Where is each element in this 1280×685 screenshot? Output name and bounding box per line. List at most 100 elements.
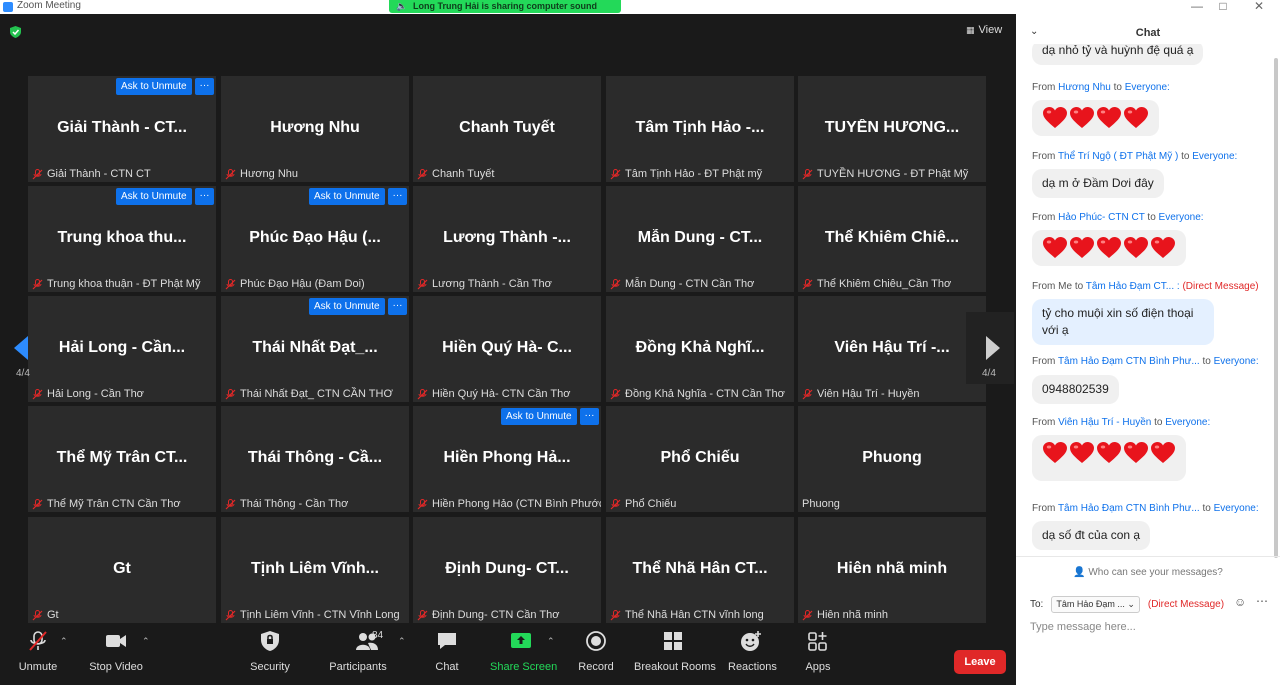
- participant-display-name: Thể Mỹ Trân CT...: [56, 449, 188, 466]
- participant-tile[interactable]: Thể Khiêm Chiê... Thể Khiêm Chiêu_Cần Thơ: [798, 186, 986, 292]
- mic-muted-icon: [225, 609, 236, 620]
- participant-tile[interactable]: Lương Thành -... Lương Thành - Cần Thơ: [413, 186, 601, 292]
- participant-display-name: Giải Thành - CT...: [57, 119, 187, 136]
- participant-tile[interactable]: Gt Gt: [28, 517, 216, 623]
- participant-tile[interactable]: Thể Mỹ Trân CT... Thể Mỹ Trân CTN Cần Thơ: [28, 406, 216, 512]
- recipient-name[interactable]: Tâm Hảo Đạm CT... :: [1086, 281, 1180, 292]
- meeting-area: ▦ View Giải Thành - CT... Giải Thành - CTN…: [0, 14, 1016, 685]
- stop-video-button[interactable]: Stop Video: [88, 630, 144, 673]
- participant-tile[interactable]: Hiên nhã minh Hiên nhã minh: [798, 517, 986, 623]
- ask-to-unmute-button[interactable]: Ask to Unmute: [309, 188, 385, 205]
- reactions-button[interactable]: Reactions: [728, 630, 777, 673]
- participant-tile[interactable]: Viên Hậu Trí -... Viên Hậu Trí - Huyền: [798, 296, 986, 402]
- participant-tile[interactable]: Phúc Đạo Hậu (... Phúc Đạo Hậu (Đam Doi) A…: [221, 186, 409, 292]
- maximize-icon[interactable]: □: [1210, 0, 1236, 14]
- more-options-icon[interactable]: ⋯: [1256, 594, 1268, 608]
- participant-name-text: Thái Thông - Cần Thơ: [240, 498, 349, 510]
- participant-display-name: Chanh Tuyết: [459, 119, 555, 136]
- participant-tile[interactable]: Thái Nhất Đạt_... Thái Nhất Đạt_ CTN CẦN …: [221, 296, 409, 402]
- video-options-chevron[interactable]: ⌃: [142, 636, 150, 647]
- breakout-rooms-button[interactable]: Breakout Rooms: [634, 630, 716, 673]
- ask-to-unmute-button[interactable]: Ask to Unmute: [309, 298, 385, 315]
- participant-name-text: Phổ Chiếu: [625, 498, 677, 510]
- participant-tile[interactable]: Định Dung- CT... Định Dung- CTN Cần Thơ: [413, 517, 601, 623]
- previous-page-button[interactable]: 4/4: [0, 312, 48, 384]
- apps-button[interactable]: Apps: [802, 630, 834, 673]
- participants-count: 84: [372, 630, 384, 641]
- participant-tile[interactable]: Trung khoa thu... Trung khoa thuận - ĐT P…: [28, 186, 216, 292]
- close-icon[interactable]: ✕: [1246, 0, 1272, 14]
- chat-message-meta: From Hảo Phúc- CTN CT to Everyone:: [1032, 212, 1204, 223]
- next-page-button[interactable]: 4/4: [966, 312, 1014, 384]
- leave-button[interactable]: Leave: [954, 650, 1006, 674]
- chat-message-bubble: [1032, 230, 1186, 266]
- tile-more-button[interactable]: ···: [195, 78, 214, 95]
- security-button[interactable]: Security: [250, 630, 290, 673]
- tile-more-button[interactable]: ···: [195, 188, 214, 205]
- chat-message-input[interactable]: [1030, 617, 1266, 637]
- participant-tile[interactable]: Phổ Chiếu Phổ Chiếu: [606, 406, 794, 512]
- ask-to-unmute-button[interactable]: Ask to Unmute: [501, 408, 577, 425]
- participant-tile[interactable]: Chanh Tuyết Chanh Tuyết: [413, 76, 601, 182]
- participant-tile[interactable]: Hải Long - Cần... Hải Long - Cần Thơ: [28, 296, 216, 402]
- participant-tile[interactable]: Tâm Tịnh Hảo -... Tâm Tịnh Hảo - ĐT Phật …: [606, 76, 794, 182]
- participant-name-label: Phổ Chiếu: [610, 498, 676, 510]
- audio-options-chevron[interactable]: ⌃: [60, 636, 68, 647]
- who-can-see-link[interactable]: 👤 Who can see your messages?: [1016, 567, 1280, 578]
- arrow-right-icon: [986, 336, 1000, 360]
- tile-more-button[interactable]: ···: [580, 408, 599, 425]
- participant-tile[interactable]: Thể Nhã Hân CT... Thể Nhã Hân CTN vĩnh lo…: [606, 517, 794, 623]
- sender-name[interactable]: Viên Hậu Trí - Huyền: [1058, 417, 1151, 428]
- title-bar: Zoom Meeting 🔈 Long Trung Hải is sharing…: [0, 0, 1280, 14]
- participant-name-label: Hiên nhã minh: [802, 609, 888, 621]
- ask-to-unmute-button[interactable]: Ask to Unmute: [116, 188, 192, 205]
- participant-display-name: Hiền Phong Hả...: [443, 449, 571, 466]
- sender-name[interactable]: Hương Nhu: [1058, 82, 1111, 93]
- participant-tile[interactable]: Hiền Phong Hả... Hiền Phong Hảo (CTN Bình…: [413, 406, 601, 512]
- minimize-icon[interactable]: —: [1184, 0, 1210, 14]
- participant-tile[interactable]: Hiền Quý Hà- C... Hiền Quý Hà- CTN Cần Th…: [413, 296, 601, 402]
- chat-scrollbar[interactable]: [1274, 58, 1278, 558]
- emoji-icon[interactable]: ☺: [1234, 595, 1246, 609]
- participant-tile[interactable]: Tịnh Liêm Vĩnh... Tịnh Liêm Vĩnh - CTN Vĩ…: [221, 517, 409, 623]
- sender-name[interactable]: Hảo Phúc- CTN CT: [1058, 212, 1145, 223]
- participant-name-text: Hương Nhu: [240, 168, 298, 180]
- participants-options-chevron[interactable]: ⌃: [398, 636, 406, 647]
- participant-tile[interactable]: Phuong Phuong: [798, 406, 986, 512]
- chat-message-meta: From Tâm Hảo Đạm CTN Bình Phư... to Ever…: [1032, 503, 1259, 514]
- participant-name-label: Tịnh Liêm Vĩnh - CTN Vĩnh Long: [225, 609, 400, 621]
- participant-tile[interactable]: Mẫn Dung - CT... Mẫn Dung - CTN Cần Thơ: [606, 186, 794, 292]
- participant-tile[interactable]: Thái Thông - Cầ... Thái Thông - Cần Thơ: [221, 406, 409, 512]
- chat-messages[interactable]: dạ nhỏ tỷ và huỳnh đệ quá ạ From Hương N…: [1016, 44, 1274, 564]
- participant-name-text: Giải Thành - CTN CT: [47, 168, 151, 180]
- tile-more-button[interactable]: ···: [388, 298, 407, 315]
- sender-name[interactable]: Tâm Hảo Đạm CTN Bình Phư...: [1058, 356, 1200, 367]
- divider: [1016, 556, 1280, 557]
- recipient-select[interactable]: Tâm Hảo Đạm ... ⌄: [1051, 596, 1140, 613]
- smiley-icon: [741, 631, 761, 651]
- participant-tile[interactable]: Hương Nhu Hương Nhu: [221, 76, 409, 182]
- view-button[interactable]: ▦ View: [966, 24, 1002, 36]
- chat-header: ⌄ Chat: [1016, 14, 1280, 44]
- participant-name-text: Thể Nhã Hân CTN vĩnh long: [625, 609, 764, 621]
- participants-button[interactable]: 84 Participants: [328, 630, 388, 673]
- heart-icon: [1124, 442, 1148, 463]
- record-button[interactable]: Record: [578, 630, 614, 673]
- chat-button[interactable]: Chat: [432, 630, 462, 673]
- participant-tile[interactable]: Đồng Khả Nghĩ... Đồng Khả Nghĩa - CTN Cần…: [606, 296, 794, 402]
- chat-bubble-icon: [438, 633, 456, 649]
- participant-tile[interactable]: Giải Thành - CT... Giải Thành - CTN CT Ask…: [28, 76, 216, 182]
- participant-display-name: Phuong: [862, 449, 922, 466]
- mic-muted-icon: [29, 631, 47, 651]
- participant-tile[interactable]: TUYỀN HƯƠNG... TUYỀN HƯƠNG - ĐT Phật Mỹ: [798, 76, 986, 182]
- sender-name[interactable]: Tâm Hảo Đạm CTN Bình Phư...: [1058, 503, 1200, 514]
- security-shield-icon[interactable]: [10, 26, 21, 38]
- participant-name-label: Phúc Đạo Hậu (Đam Doi): [225, 278, 365, 290]
- ask-to-unmute-button[interactable]: Ask to Unmute: [116, 78, 192, 95]
- tile-more-button[interactable]: ···: [388, 188, 407, 205]
- unmute-button[interactable]: Unmute: [16, 630, 60, 673]
- share-screen-button[interactable]: Share Screen: [490, 630, 557, 673]
- sender-name[interactable]: Thể Trí Ngộ ( ĐT Phật Mỹ ): [1058, 151, 1178, 162]
- mic-muted-icon: [610, 278, 621, 289]
- share-options-chevron[interactable]: ⌃: [547, 636, 555, 647]
